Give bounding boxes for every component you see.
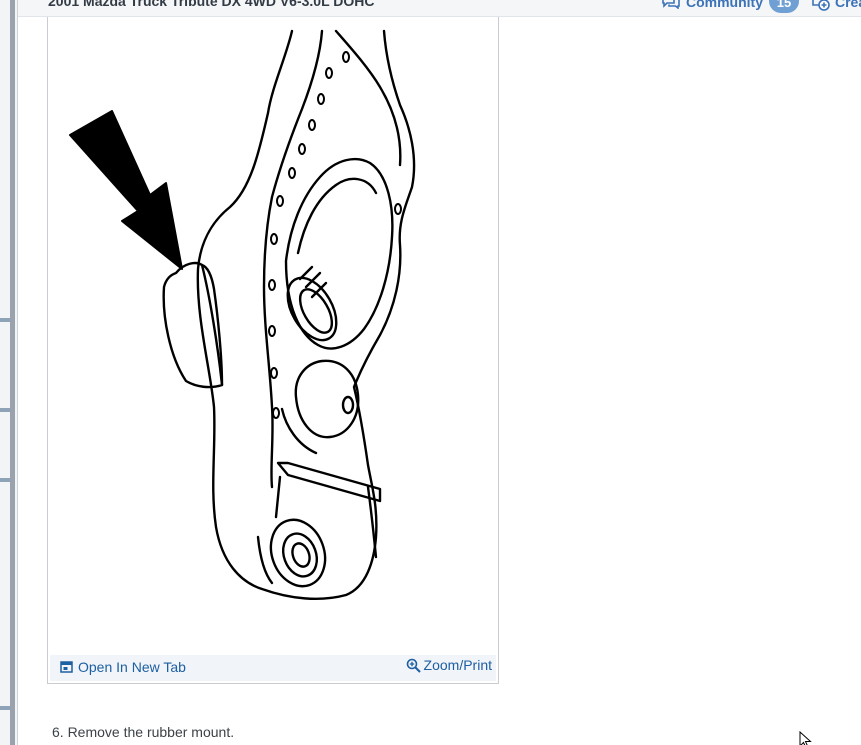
lower-control-arm-illustration: [69, 29, 416, 600]
edge-marker: [0, 706, 10, 710]
open-new-tab-link[interactable]: Open In New Tab: [60, 659, 186, 675]
vehicle-header: 2001 Mazda Truck Tribute DX 4WD V6-3.0L …: [18, 0, 861, 17]
mouse-cursor-icon: [799, 731, 812, 745]
new-document-icon: [812, 0, 830, 11]
create-button[interactable]: Create: [810, 0, 861, 11]
window-border: [10, 0, 15, 745]
community-label: Community: [686, 0, 763, 10]
arrow-indicator-icon: [69, 110, 183, 270]
chat-bubbles-icon: [662, 0, 680, 9]
edge-marker: [0, 408, 10, 412]
zoom-print-link[interactable]: Zoom/Print: [406, 657, 492, 673]
edge-marker: [0, 478, 10, 482]
figure-toolbar: Open In New Tab Zoom/Print: [50, 655, 496, 681]
window-left-edge: [0, 0, 18, 745]
edge-marker: [0, 318, 10, 322]
zoom-print-label: Zoom/Print: [423, 657, 492, 673]
figure-card: Open In New Tab Zoom/Print: [47, 17, 499, 684]
figure-image[interactable]: [50, 17, 496, 654]
open-new-tab-label: Open In New Tab: [78, 659, 186, 675]
community-count-badge: 15: [769, 0, 799, 13]
open-new-tab-icon: [60, 661, 73, 673]
zoom-magnifier-icon: [406, 658, 421, 673]
vehicle-title: 2001 Mazda Truck Tribute DX 4WD V6-3.0L …: [48, 0, 375, 9]
community-button[interactable]: Community 15: [662, 0, 799, 13]
instruction-step: 6. Remove the rubber mount.: [52, 724, 235, 740]
page-root: 2001 Mazda Truck Tribute DX 4WD V6-3.0L …: [0, 0, 861, 745]
create-label: Create: [835, 0, 861, 10]
